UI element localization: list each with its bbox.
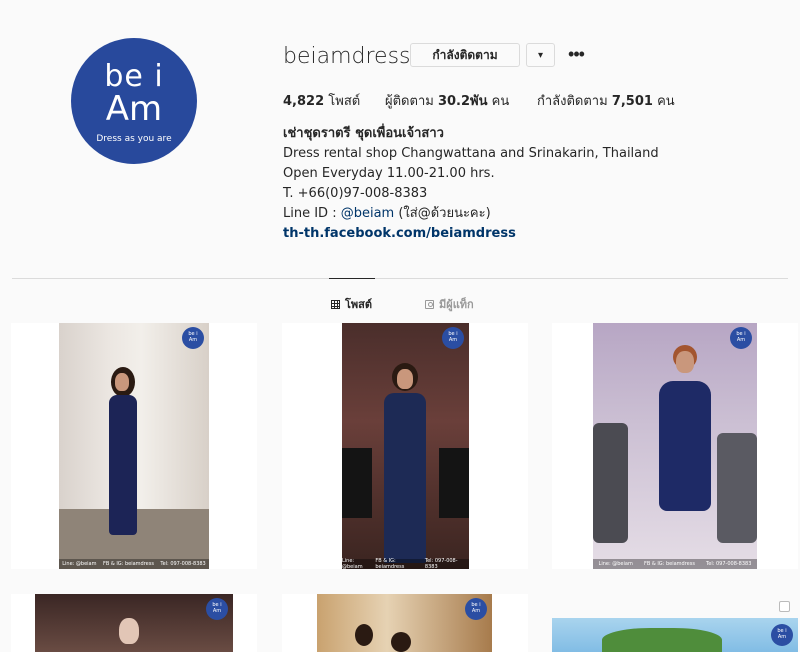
tabs-divider (12, 278, 788, 279)
suggestions-dropdown-button[interactable]: ▾ (526, 43, 555, 67)
followers-count[interactable]: ผู้ติดตาม 30.2พัน คน (385, 90, 509, 111)
profile-website-link[interactable]: th-th.facebook.com/beiamdress (283, 224, 659, 244)
post-photo: be i Am Line: @beiam FB & IG: beiamdress Te… (59, 323, 209, 569)
followers-unit: คน (491, 94, 510, 109)
profile-username: beiamdress (283, 44, 411, 69)
watermark-logo: be i Am (182, 327, 204, 349)
watermark-logo: be i Am (465, 598, 487, 620)
line-id-prefix: Line ID : (283, 206, 341, 221)
bio-line: T. +66(0)97-008-8383 (283, 186, 428, 201)
following-count[interactable]: กำลังติดตาม 7,501 คน (537, 90, 675, 111)
active-tab-indicator (329, 278, 375, 279)
logo-tagline: Dress as you are (96, 134, 172, 144)
watermark-logo: be i Am (730, 327, 752, 349)
followers-label: ผู้ติดตาม (385, 94, 434, 109)
more-options-button[interactable]: ••• (567, 44, 585, 64)
bio-line-id: Line ID : @beiam (ใส่@ด้วยนะคะ) (283, 204, 659, 224)
more-icon: ••• (568, 43, 585, 64)
post-thumbnail[interactable]: be i Am (11, 594, 257, 652)
chevron-down-icon: ▾ (537, 49, 544, 61)
posts-count-label: โพสต์ (328, 94, 361, 109)
followers-value: 30.2พัน (437, 94, 488, 109)
bio-line: Open Everyday 11.00-21.00 hrs. (283, 166, 495, 181)
tab-tagged-label: มีผู้แท็ก (439, 298, 474, 311)
post-thumbnail[interactable]: be i Am Line: @beiam FB & IG: beiamdress Te… (552, 323, 798, 569)
watermark-logo: be i Am (442, 327, 464, 349)
following-unit: คน (657, 94, 675, 109)
posts-count-value: 4,822 (283, 94, 325, 109)
post-thumbnail[interactable]: be i Am Line: @beiam FB & IG: beiamdress Te… (282, 323, 528, 569)
tab-posts-label: โพสต์ (345, 298, 373, 311)
post-photo: be i Am (317, 594, 492, 652)
logo-text-line1: be i (104, 59, 164, 94)
following-value: 7,501 (611, 94, 653, 109)
profile-bio: เช่าชุดราตรี ชุดเพื่อนเจ้าสาว Dress rent… (283, 124, 659, 244)
profile-full-name: เช่าชุดราตรี ชุดเพื่อนเจ้าสาว (283, 126, 444, 141)
profile-avatar[interactable]: be i Am Dress as you are (71, 38, 197, 164)
tab-posts[interactable]: โพสต์ (331, 295, 372, 313)
tab-tagged[interactable]: มีผู้แท็ก (425, 295, 474, 313)
watermark-logo: be i Am (771, 624, 793, 646)
post-photo: be i Am Line: @beiam FB & IG: beiamdress Te… (342, 323, 469, 569)
post-caption-strip: Line: @beiam FB & IG: beiamdress Tel: 097-… (342, 558, 469, 569)
post-caption-strip: Line: @beiam FB & IG: beiamdress Tel: 097-… (593, 559, 757, 569)
post-thumbnail[interactable]: be i Am Line: @beiam FB & IG: beiamdress Te… (11, 323, 257, 569)
watermark-logo: be i Am (206, 598, 228, 620)
line-mention-link[interactable]: @beiam (341, 206, 395, 221)
tagged-icon (425, 299, 434, 309)
post-thumbnail[interactable]: be i Am (282, 594, 528, 652)
select-checkbox[interactable] (779, 601, 790, 612)
line-id-suffix: (ใส่@ด้วยนะคะ) (394, 206, 491, 221)
following-button[interactable]: กำลังติดตาม (410, 43, 520, 67)
bio-line: Dress rental shop Changwattana and Srina… (283, 146, 659, 161)
grid-icon (331, 299, 340, 309)
post-photo: be i Am (552, 594, 798, 652)
post-photo: be i Am (35, 594, 233, 652)
logo-text-line2: Am (105, 89, 163, 129)
posts-count: 4,822 โพสต์ (283, 90, 360, 111)
post-photo: be i Am Line: @beiam FB & IG: beiamdress Te… (593, 323, 757, 569)
following-label: กำลังติดตาม (537, 94, 608, 109)
post-caption-strip: Line: @beiam FB & IG: beiamdress Tel: 097-… (59, 559, 209, 569)
post-thumbnail[interactable]: be i Am (552, 594, 798, 652)
